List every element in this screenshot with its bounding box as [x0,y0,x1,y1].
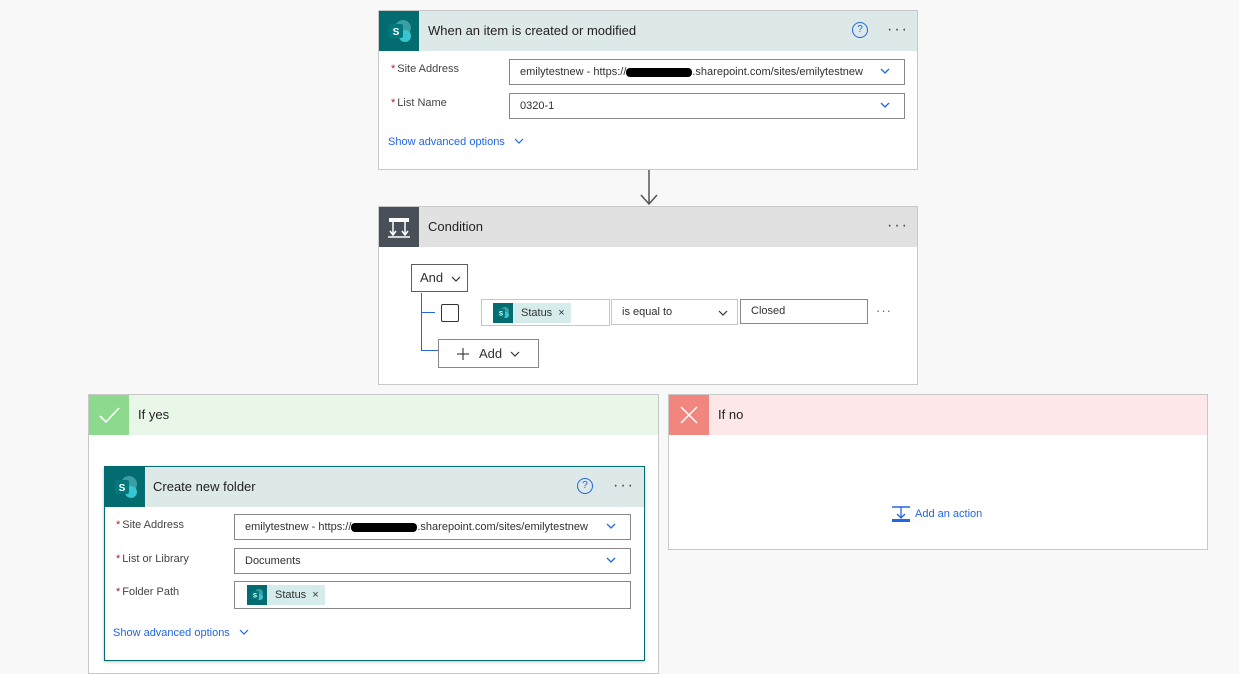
plus-icon [457,348,469,360]
show-advanced-options-link[interactable]: Show advanced options [113,627,249,639]
svg-text:S: S [499,312,503,318]
site-address-label: * Site Address [391,63,460,75]
yes-branch-title: If yes [138,407,170,422]
yes-branch[interactable]: If yes S Create new folder ? ··· * Site A… [88,394,659,674]
condition-card[interactable]: Condition ··· And S Status × is equal to C… [378,206,918,385]
folder-path-input[interactable]: S Status × [234,581,631,609]
sharepoint-icon: S [105,467,145,507]
create-folder-title: Create new folder [153,479,256,494]
condition-menu-button[interactable]: ··· [887,217,909,235]
remove-token-button[interactable]: × [312,589,318,601]
trigger-menu-button[interactable]: ··· [887,21,909,39]
svg-text:S: S [393,27,400,38]
condition-tree-line [421,293,422,351]
yes-branch-header[interactable]: If yes [89,395,658,435]
sharepoint-icon: S [379,11,419,51]
status-token[interactable]: S Status × [493,303,571,323]
status-token[interactable]: S Status × [247,585,325,605]
folder-path-label: * Folder Path [116,586,180,598]
svg-text:S: S [119,483,126,494]
svg-text:S: S [253,594,257,600]
redacted-text [626,67,693,77]
no-branch-header[interactable]: If no [669,395,1207,435]
chevron-down-icon [606,557,616,563]
chevron-down-icon [606,523,616,529]
row-more-options-button[interactable]: ··· [876,303,892,318]
site-address-label: * Site Address [116,519,185,531]
condition-title: Condition [428,219,483,234]
list-name-dropdown[interactable]: 0320-1 [509,93,905,119]
create-folder-menu-button[interactable]: ··· [613,477,635,495]
add-an-action-button[interactable]: Add an action [891,504,982,524]
show-advanced-options-link[interactable]: Show advanced options [388,136,524,148]
sharepoint-icon: S [493,303,513,323]
create-folder-header[interactable]: S Create new folder ? ··· [105,467,644,507]
remove-token-button[interactable]: × [558,307,564,319]
condition-operator-dropdown[interactable]: is equal to [611,299,738,325]
chevron-down-icon [514,138,524,144]
list-or-library-dropdown[interactable]: Documents [234,548,631,574]
sharepoint-icon: S [247,585,267,605]
check-icon [89,395,129,435]
add-condition-button[interactable]: Add [438,339,539,368]
trigger-card[interactable]: S When an item is created or modified ? … [378,10,918,170]
condition-header[interactable]: Condition ··· [379,207,917,247]
no-branch[interactable]: If no Add an action [668,394,1208,550]
chevron-down-icon [880,102,890,108]
chevron-down-icon [510,351,520,357]
flow-connector-arrow [640,169,658,206]
row-select-checkbox[interactable] [441,304,459,322]
condition-icon [379,207,419,247]
create-folder-card[interactable]: S Create new folder ? ··· * Site Address … [104,466,645,661]
site-address-dropdown[interactable]: emilytestnew - https://.sharepoint.com/s… [509,59,905,85]
help-icon[interactable]: ? [852,22,868,38]
list-name-label: * List Name [391,97,447,109]
trigger-header[interactable]: S When an item is created or modified ? … [379,11,917,51]
condition-tree-branch [421,350,439,351]
trigger-title: When an item is created or modified [428,23,637,38]
site-address-dropdown[interactable]: emilytestnew - https://.sharepoint.com/s… [234,514,631,540]
condition-tree-branch [421,312,435,313]
chevron-down-icon [239,629,249,635]
cross-icon [669,395,709,435]
group-operator-dropdown[interactable]: And [411,264,468,292]
help-icon[interactable]: ? [577,478,593,494]
condition-value-input[interactable]: Closed [740,299,868,324]
add-action-icon [892,506,910,523]
condition-left-operand-field[interactable]: S Status × [481,299,610,326]
chevron-down-icon [880,68,890,74]
list-or-library-label: * List or Library [116,553,189,565]
chevron-down-icon [451,276,461,282]
redacted-text [351,522,418,532]
chevron-down-icon [718,310,728,316]
no-branch-title: If no [718,407,744,422]
